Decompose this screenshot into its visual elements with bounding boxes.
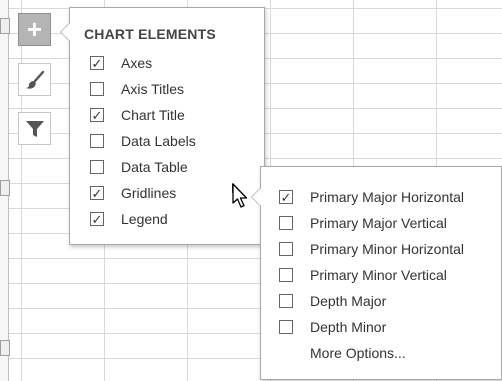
filter-icon — [25, 120, 44, 137]
data-table-checkbox[interactable] — [90, 160, 104, 174]
axes-checkbox[interactable]: ✓ — [90, 56, 104, 70]
checkmark-icon: ✓ — [280, 189, 292, 205]
plus-icon: + — [26, 13, 43, 44]
panel-title: CHART ELEMENTS — [84, 26, 216, 42]
gridline-option-primary-major-horizontal[interactable]: ✓ Primary Major Horizontal — [279, 186, 464, 208]
chart-filters-button[interactable] — [18, 112, 51, 145]
gridlines-checkbox[interactable]: ✓ — [90, 186, 104, 200]
gridline-option-label: Primary Minor Horizontal — [310, 241, 465, 257]
panel-pointer — [60, 22, 70, 42]
chart-element-label: Data Table — [121, 159, 188, 175]
gridline-option-label: Primary Major Horizontal — [310, 189, 465, 205]
chart-resize-handle-middle[interactable] — [0, 180, 10, 196]
more-options-label: More Options... — [310, 345, 406, 361]
gridline-option-depth-major[interactable]: Depth Major — [279, 290, 386, 312]
chart-element-data-labels[interactable]: Data Labels — [90, 130, 196, 152]
legend-checkbox[interactable]: ✓ — [90, 212, 104, 226]
chart-element-label: Axes — [121, 55, 153, 71]
chart-elements-button[interactable]: + — [18, 13, 51, 46]
axis-titles-checkbox[interactable] — [90, 82, 104, 96]
depth-major-checkbox[interactable] — [279, 294, 293, 308]
chart-resize-handle-top[interactable] — [0, 18, 10, 34]
chart-element-label: Gridlines — [121, 185, 177, 201]
gridline-option-primary-minor-vertical[interactable]: Primary Minor Vertical — [279, 264, 447, 286]
chart-element-axes[interactable]: ✓ Axes — [90, 52, 152, 74]
chart-element-label: Axis Titles — [121, 81, 185, 97]
checkmark-icon: ✓ — [91, 185, 103, 201]
chart-border — [0, 0, 10, 381]
checkmark-icon: ✓ — [91, 55, 103, 71]
chart-element-chart-title[interactable]: ✓ Chart Title — [90, 104, 185, 126]
checkmark-icon: ✓ — [91, 107, 103, 123]
gridline-option-label: Depth Minor — [310, 319, 387, 335]
chart-element-label: Chart Title — [121, 107, 185, 123]
mouse-pointer-icon — [232, 183, 248, 208]
checkmark-icon: ✓ — [91, 211, 103, 227]
chart-styles-button[interactable] — [18, 63, 51, 96]
chart-element-legend[interactable]: ✓ Legend — [90, 208, 168, 230]
chart-title-checkbox[interactable]: ✓ — [90, 108, 104, 122]
depth-minor-checkbox[interactable] — [279, 320, 293, 334]
primary-minor-horizontal-checkbox[interactable] — [279, 242, 293, 256]
chart-element-gridlines[interactable]: ✓ Gridlines — [90, 182, 176, 204]
gridline-option-primary-minor-horizontal[interactable]: Primary Minor Horizontal — [279, 238, 464, 260]
primary-minor-vertical-checkbox[interactable] — [279, 268, 293, 282]
chart-element-label: Data Labels — [121, 133, 196, 149]
gridline-option-label: Primary Major Vertical — [310, 215, 447, 231]
chart-element-data-table[interactable]: Data Table — [90, 156, 188, 178]
primary-major-horizontal-checkbox[interactable]: ✓ — [279, 190, 293, 204]
gridline-option-primary-major-vertical[interactable]: Primary Major Vertical — [279, 212, 447, 234]
gridline-option-label: Depth Major — [310, 293, 387, 309]
data-labels-checkbox[interactable] — [90, 134, 104, 148]
gridline-option-depth-minor[interactable]: Depth Minor — [279, 316, 386, 338]
submenu-pointer — [251, 187, 261, 207]
chart-resize-handle-bottom[interactable] — [0, 340, 10, 356]
more-options-link[interactable]: More Options... — [279, 342, 406, 364]
gridline-option-label: Primary Minor Vertical — [310, 267, 447, 283]
paintbrush-icon — [25, 70, 44, 89]
primary-major-vertical-checkbox[interactable] — [279, 216, 293, 230]
chart-element-label: Legend — [121, 211, 168, 227]
chart-element-axis-titles[interactable]: Axis Titles — [90, 78, 184, 100]
gridlines-submenu: ✓ Primary Major Horizontal Primary Major… — [251, 166, 502, 380]
